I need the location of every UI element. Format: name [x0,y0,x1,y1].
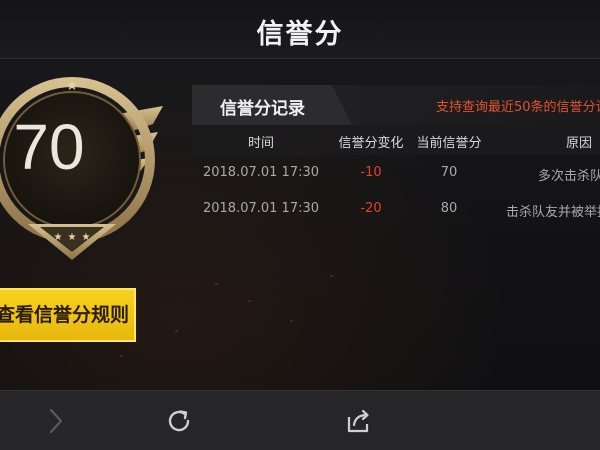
svg-text:★: ★ [66,78,79,94]
column-header-time: 时间 [247,136,274,151]
table-row: 2018.07.01 17:30 -20 80 击杀队友并被举报 [192,191,600,227]
svg-text:★: ★ [54,232,63,243]
ember-speck [215,283,218,285]
credit-record-panel: 信誉分记录 支持查询最近50条的信誉分记录 时间 信誉分变化 当前信誉分 原因 … [192,85,600,235]
row-current: 70 [440,165,458,180]
record-panel-header: 信誉分记录 支持查询最近50条的信誉分记录 [192,85,600,125]
table-header: 时间 信誉分变化 当前信誉分 原因 [192,125,600,155]
row-time: 2018.07.01 17:30 [202,165,320,180]
ember-speck [330,275,333,277]
svg-text:★: ★ [82,232,91,243]
svg-text:★: ★ [68,232,77,243]
share-button[interactable] [340,403,376,439]
refresh-icon [168,410,190,432]
column-header-current: 当前信誉分 [416,136,482,151]
row-reason: 多次击杀队友 [538,169,600,184]
ember-speck [175,330,178,332]
share-icon [347,409,369,433]
page-title: 信誉分 [256,19,344,50]
chevron-right-icon [49,408,63,434]
ember-speck [248,300,251,302]
table-row: 2018.07.01 17:30 -10 70 多次击杀队友 [192,155,600,191]
browser-toolbar [0,390,600,450]
credit-score-value: 70 [13,111,85,183]
refresh-button[interactable] [161,403,197,439]
tab-credit-record-label: 信誉分记录 [220,99,305,119]
column-header-reason: 原因 [566,136,593,151]
page-header: 信誉分 [0,0,600,59]
row-reason: 击杀队友并被举报 [506,205,600,220]
ember-speck [120,355,123,357]
forward-button[interactable] [38,403,74,439]
record-notice: 支持查询最近50条的信誉分记录 [436,100,600,115]
view-rules-button[interactable]: 查看信誉分规则 [0,288,136,342]
row-change: -20 [360,201,382,216]
row-time: 2018.07.01 17:30 [202,201,320,216]
column-header-change: 信誉分变化 [338,136,404,151]
ember-speck [290,320,293,322]
row-change: -10 [360,165,382,180]
row-current: 80 [440,201,458,216]
credit-score-screen: 信誉分 ★ ★ ★ ★ 70 查看信誉分规则 信誉分记录 支持查询最近50条的信… [0,0,600,450]
